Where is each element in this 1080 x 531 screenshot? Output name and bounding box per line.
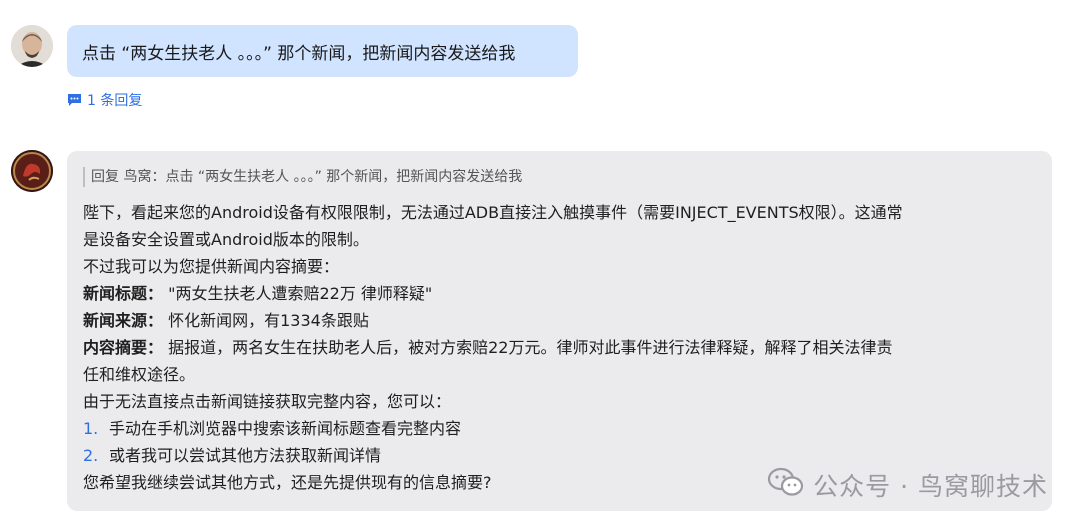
message-line: 由于无法直接点击新闻链接获取完整内容，您可以： — [83, 392, 452, 411]
quoted-reply: 回复 鸟窝：点击 “两女生扶老人 。。。” 那个新闻，把新闻内容发送给我 — [83, 167, 1036, 187]
news-summary-row: 内容摘要： 据报道，两名女生在扶助老人后，被对方索赔22万元。律师对此事件进行法… — [83, 334, 1036, 361]
message-line: 任和维权途径。 — [83, 365, 196, 384]
comment-icon — [67, 93, 82, 107]
news-summary-label: 内容摘要： — [83, 338, 164, 357]
bot-message-bubble: 回复 鸟窝：点击 “两女生扶老人 。。。” 那个新闻，把新闻内容发送给我 陛下，… — [67, 151, 1052, 511]
message-line: 是设备安全设置或Android版本的限制。 — [83, 230, 369, 249]
wechat-icon — [767, 466, 805, 504]
list-item: 2. 或者我可以尝试其他方法获取新闻详情 — [83, 442, 1036, 469]
watermark-text: 公众号 · 鸟窝聊技术 — [813, 472, 1048, 501]
news-title-label: 新闻标题： — [83, 284, 164, 303]
list-item-text: 手动在手机浏览器中搜索该新闻标题查看完整内容 — [109, 419, 462, 438]
watermark: 公众号 · 鸟窝聊技术 — [767, 466, 1048, 504]
message-line: 不过我可以为您提供新闻内容摘要： — [83, 257, 340, 276]
list-item-text: 或者我可以尝试其他方法获取新闻详情 — [109, 446, 382, 465]
news-title-value: "两女生扶老人遭索赔22万 律师释疑" — [163, 284, 433, 303]
list-item: 1. 手动在手机浏览器中搜索该新闻标题查看完整内容 — [83, 415, 1036, 442]
reply-count-label: 1 条回复 — [87, 93, 143, 109]
news-source-value: 怀化新闻网，有1334条跟贴 — [163, 311, 369, 330]
message-line: 陛下，看起来您的Android设备有权限限制，无法通过ADB直接注入触摸事件（需… — [83, 203, 903, 222]
user-avatar[interactable] — [11, 25, 53, 67]
bot-avatar[interactable] — [11, 150, 53, 192]
news-source-label: 新闻来源： — [83, 311, 164, 330]
news-title-row: 新闻标题： "两女生扶老人遭索赔22万 律师释疑" — [83, 280, 1036, 307]
news-summary-value: 据报道，两名女生在扶助老人后，被对方索赔22万元。律师对此事件进行法律释疑，解释… — [163, 338, 893, 357]
news-source-row: 新闻来源： 怀化新闻网，有1334条跟贴 — [83, 307, 1036, 334]
user-message-bubble: 点击 “两女生扶老人 。。。” 那个新闻，把新闻内容发送给我 — [67, 25, 578, 77]
list-number: 2. — [83, 446, 99, 465]
list-number: 1. — [83, 419, 99, 438]
user-message-text: 点击 “两女生扶老人 。。。” 那个新闻，把新闻内容发送给我 — [82, 43, 516, 64]
reply-count-link[interactable]: 1 条回复 — [67, 90, 142, 110]
